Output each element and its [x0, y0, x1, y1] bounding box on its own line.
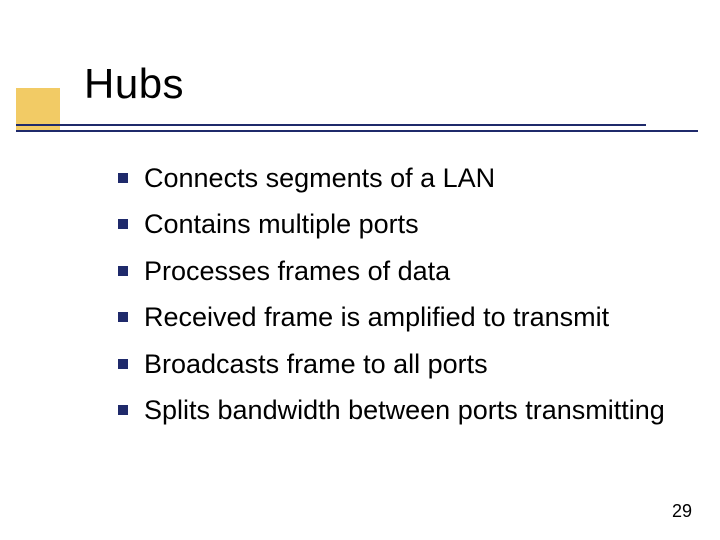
square-bullet-icon — [118, 359, 128, 369]
slide: Hubs Connects segments of a LAN Contains… — [0, 0, 720, 540]
list-item: Splits bandwidth between ports transmitt… — [118, 392, 680, 428]
square-bullet-icon — [118, 312, 128, 322]
slide-title: Hubs — [84, 60, 184, 108]
square-bullet-icon — [118, 219, 128, 229]
title-underline-long — [16, 130, 698, 132]
bullet-list: Connects segments of a LAN Contains mult… — [118, 160, 680, 439]
square-bullet-icon — [118, 405, 128, 415]
list-item-text: Splits bandwidth between ports transmitt… — [144, 392, 665, 428]
square-bullet-icon — [118, 173, 128, 183]
list-item: Connects segments of a LAN — [118, 160, 680, 196]
title-underline-short — [16, 124, 646, 126]
list-item: Contains multiple ports — [118, 206, 680, 242]
list-item: Processes frames of data — [118, 253, 680, 289]
list-item-text: Contains multiple ports — [144, 206, 419, 242]
list-item-text: Processes frames of data — [144, 253, 450, 289]
square-bullet-icon — [118, 266, 128, 276]
list-item: Broadcasts frame to all ports — [118, 346, 680, 382]
list-item-text: Received frame is amplified to transmit — [144, 299, 609, 335]
list-item-text: Connects segments of a LAN — [144, 160, 495, 196]
list-item-text: Broadcasts frame to all ports — [144, 346, 488, 382]
list-item: Received frame is amplified to transmit — [118, 299, 680, 335]
slide-number: 29 — [672, 501, 692, 522]
